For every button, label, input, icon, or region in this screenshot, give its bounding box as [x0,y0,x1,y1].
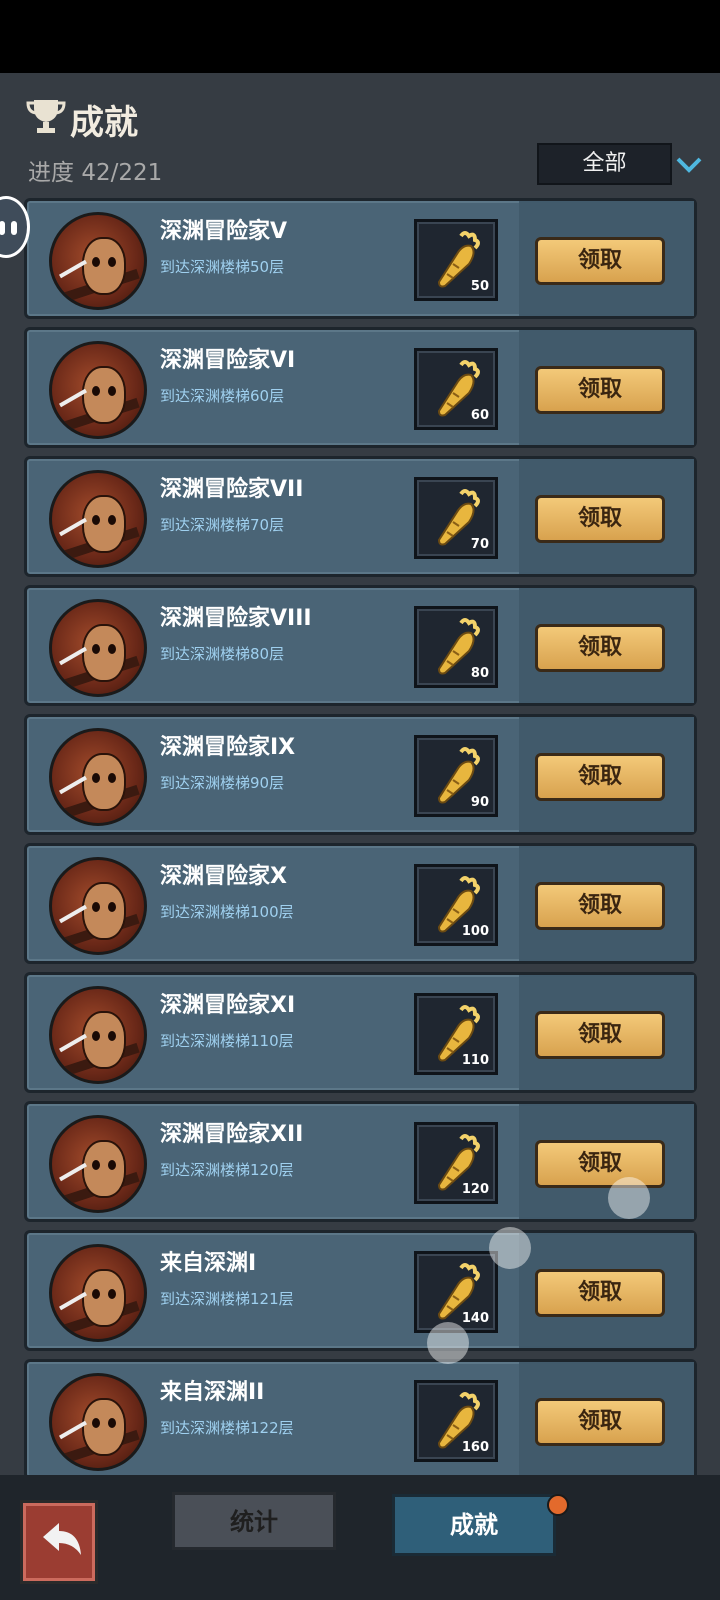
achievement-description: 到达深渊楼梯110层 [160,1032,294,1050]
tab-achievements[interactable]: 成就 [392,1494,556,1556]
achievement-icon [49,1373,147,1471]
reward-count: 160 [461,1440,489,1455]
achievement-description: 到达深渊楼梯100层 [160,903,294,921]
achievement-card: 深渊冒险家VI 到达深渊楼梯60层 60 领取 [24,327,697,448]
achievement-card: 深渊冒险家V 到达深渊楼梯50层 50 领取 [24,198,697,319]
achievement-description: 到达深渊楼梯50层 [160,258,285,276]
achievement-card: 来自深渊I 到达深渊楼梯121层 140 领取 [24,1230,697,1351]
return-arrow-icon [43,1523,81,1555]
achievement-card: 深渊冒险家IX 到达深渊楼梯90层 90 领取 [24,714,697,835]
filter-dropdown[interactable]: 全部 [537,143,672,185]
reward-count: 110 [461,1053,489,1068]
achievement-card: 来自深渊II 到达深渊楼梯122层 160 领取 [24,1359,697,1480]
reward-slot[interactable]: 80 [414,606,498,688]
achievement-title: 深渊冒险家XI [160,993,296,1018]
touch-indicator [489,1227,531,1269]
claim-button[interactable]: 领取 [535,237,665,285]
achievement-description: 到达深渊楼梯60层 [160,387,285,405]
achievement-description: 到达深渊楼梯90层 [160,774,285,792]
achievement-description: 到达深渊楼梯120层 [160,1161,294,1179]
reward-count: 60 [470,408,489,423]
reward-count: 70 [470,537,489,552]
reward-slot[interactable]: 50 [414,219,498,301]
page-title: 成就 [70,103,138,143]
claim-button[interactable]: 领取 [535,753,665,801]
reward-slot[interactable]: 160 [414,1380,498,1462]
reward-count: 50 [470,279,489,294]
achievement-icon [49,857,147,955]
achievement-icon [49,728,147,826]
achievement-title: 深渊冒险家XII [160,1122,304,1147]
touch-indicator [427,1322,469,1364]
claim-button[interactable]: 领取 [535,1140,665,1188]
achievement-title: 来自深渊II [160,1380,265,1405]
achievement-title: 深渊冒险家IX [160,735,296,760]
progress-value: 42/221 [81,160,163,186]
achievement-icon [49,599,147,697]
progress-label: 进度 [28,160,74,186]
achievement-description: 到达深渊楼梯80层 [160,645,285,663]
achievement-icon [49,1115,147,1213]
achievement-description: 到达深渊楼梯122层 [160,1419,294,1437]
achievement-card: 深渊冒险家XI 到达深渊楼梯110层 110 领取 [24,972,697,1093]
achievement-title: 来自深渊I [160,1251,257,1276]
achievement-card: 深渊冒险家VIII 到达深渊楼梯80层 80 领取 [24,585,697,706]
reward-slot[interactable]: 90 [414,735,498,817]
tab-stats[interactable]: 统计 [172,1492,336,1550]
achievement-list[interactable]: 深渊冒险家V 到达深渊楼梯50层 50 领取 深渊冒险家VI 到达深渊楼梯60层 60 领取深… [24,198,697,1480]
chevron-down-icon[interactable] [676,157,702,173]
progress-text: 进度 42/221 [28,153,162,187]
claim-button[interactable]: 领取 [535,882,665,930]
claim-button[interactable]: 领取 [535,1269,665,1317]
claim-button[interactable]: 领取 [535,624,665,672]
reward-count: 140 [461,1311,489,1326]
bottom-bar [0,1475,720,1600]
achievement-description: 到达深渊楼梯70层 [160,516,285,534]
notification-badge [547,1494,569,1516]
claim-button[interactable]: 领取 [535,366,665,414]
achievement-icon [49,1244,147,1342]
achievement-card: 深渊冒险家XII 到达深渊楼梯120层 120 领取 [24,1101,697,1222]
achievement-title: 深渊冒险家VIII [160,606,312,631]
achievement-title: 深渊冒险家V [160,219,288,244]
reward-slot[interactable]: 60 [414,348,498,430]
reward-count: 120 [461,1182,489,1197]
reward-slot[interactable]: 70 [414,477,498,559]
achievement-title: 深渊冒险家VI [160,348,296,373]
reward-slot[interactable]: 110 [414,993,498,1075]
achievement-title: 深渊冒险家VII [160,477,304,502]
reward-slot[interactable]: 120 [414,1122,498,1204]
achievement-card: 深渊冒险家X 到达深渊楼梯100层 100 领取 [24,843,697,964]
touch-indicator [608,1177,650,1219]
reward-count: 80 [470,666,489,681]
back-button[interactable] [20,1500,98,1584]
reward-slot[interactable]: 140 [414,1251,498,1333]
achievement-icon [49,212,147,310]
reward-count: 90 [470,795,489,810]
claim-button[interactable]: 领取 [535,1011,665,1059]
trophy-icon [26,100,66,133]
reward-slot[interactable]: 100 [414,864,498,946]
achievement-icon [49,341,147,439]
achievement-icon [49,986,147,1084]
achievement-title: 深渊冒险家X [160,864,287,889]
status-bar [0,0,720,73]
achievement-description: 到达深渊楼梯121层 [160,1290,294,1308]
reward-count: 100 [461,924,489,939]
achievement-card: 深渊冒险家VII 到达深渊楼梯70层 70 领取 [24,456,697,577]
achievement-icon [49,470,147,568]
claim-button[interactable]: 领取 [535,1398,665,1446]
claim-button[interactable]: 领取 [535,495,665,543]
